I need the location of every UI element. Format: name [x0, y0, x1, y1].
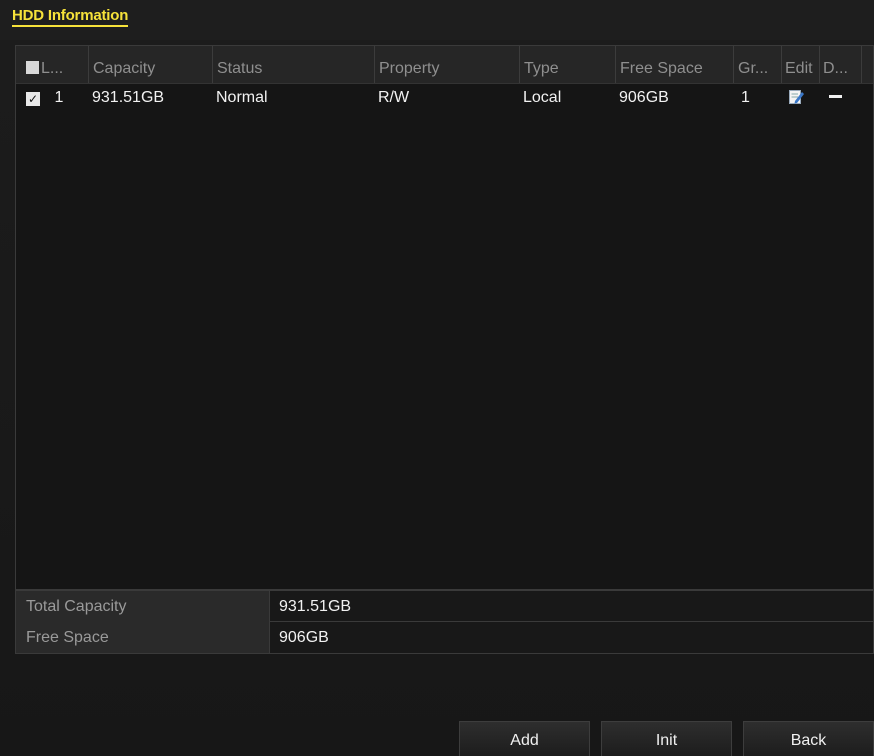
total-capacity-label: Total Capacity	[16, 591, 270, 622]
column-header-edit[interactable]: Edit	[781, 46, 819, 83]
back-button[interactable]: Back	[743, 721, 874, 756]
dash-icon[interactable]	[829, 95, 842, 98]
row-label-text: 1	[54, 89, 64, 106]
row-cell-delete	[819, 83, 861, 113]
summary-row-free-space: Free Space 906GB	[15, 622, 874, 654]
column-label-text: L...	[41, 60, 64, 77]
column-header-property[interactable]: Property	[374, 46, 519, 83]
row-cell-edit	[781, 83, 819, 113]
row-cell-capacity: 931.51GB	[92, 89, 165, 106]
summary-row-total-capacity: Total Capacity 931.51GB	[15, 590, 874, 622]
table-header: L... Capacity Status Property Type Free …	[16, 46, 873, 84]
column-header-group[interactable]: Gr...	[733, 46, 781, 83]
row-cell-group: 1	[741, 89, 750, 106]
row-checkbox[interactable]: ✓	[26, 92, 40, 106]
row-cell-type: Local	[523, 89, 562, 106]
free-space-label: Free Space	[16, 622, 270, 653]
row-cell-status: Normal	[216, 89, 268, 106]
hdd-information-page: HDD Information L... Capacity Status Pro…	[0, 0, 874, 756]
row-cell-property: R/W	[378, 89, 410, 106]
edit-icon[interactable]	[789, 85, 804, 104]
tab-hdd-information[interactable]: HDD Information	[12, 7, 128, 27]
add-button[interactable]: Add	[459, 721, 590, 756]
row-cell-free-space: 906GB	[619, 89, 669, 106]
column-header-label[interactable]: L...	[16, 46, 88, 83]
column-header-delete[interactable]: D...	[819, 46, 861, 83]
select-all-checkbox[interactable]	[26, 61, 39, 74]
column-header-free-space[interactable]: Free Space	[615, 46, 733, 83]
init-button[interactable]: Init	[601, 721, 732, 756]
hdd-table: L... Capacity Status Property Type Free …	[15, 45, 874, 590]
free-space-value: 906GB	[279, 629, 329, 646]
column-header-status[interactable]: Status	[212, 46, 374, 83]
table-row[interactable]: ✓ 1 931.51GB Normal R/W Local 906GB 1	[16, 83, 873, 113]
row-cell-label: ✓ 1	[16, 83, 88, 113]
title-bar: HDD Information	[0, 0, 874, 40]
summary-panel: Total Capacity 931.51GB Free Space 906GB	[15, 590, 874, 654]
column-header-type[interactable]: Type	[519, 46, 615, 83]
column-header-capacity[interactable]: Capacity	[88, 46, 212, 83]
total-capacity-value: 931.51GB	[279, 598, 352, 615]
column-header-spacer	[861, 46, 874, 83]
